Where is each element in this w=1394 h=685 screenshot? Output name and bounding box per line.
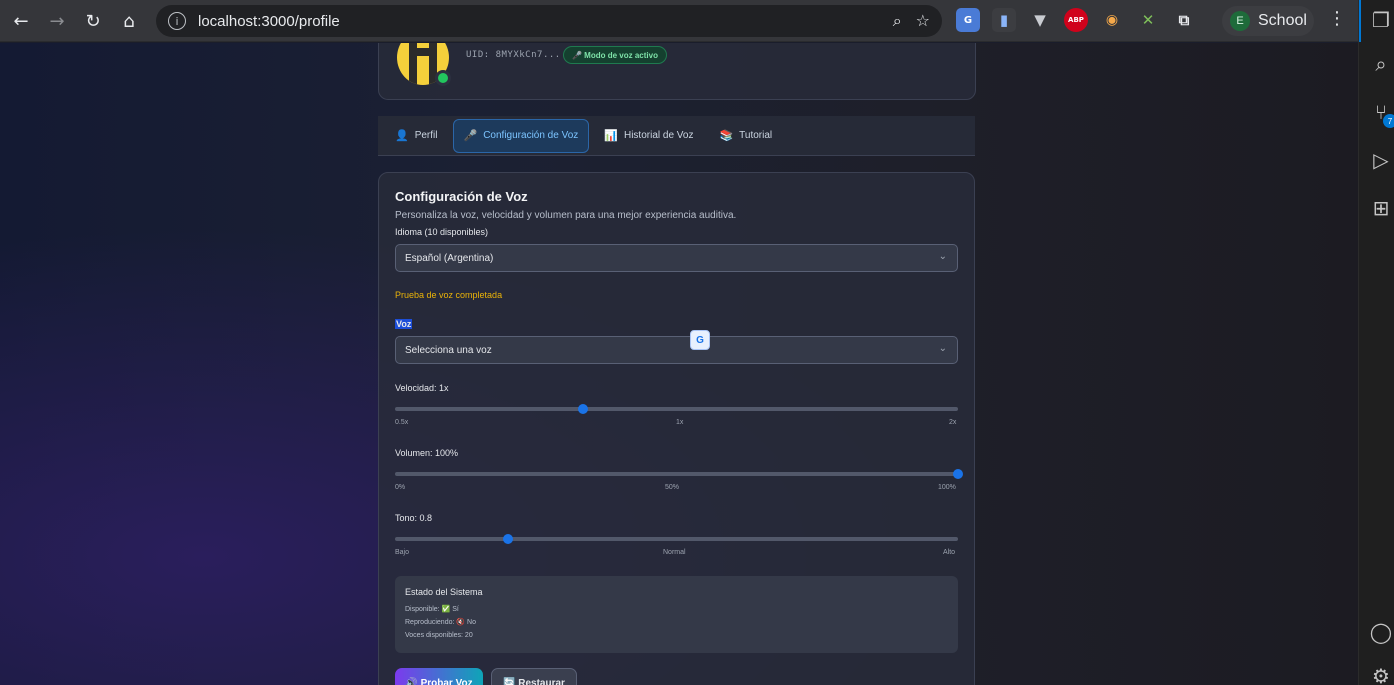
speed-label: Velocidad: 1x bbox=[395, 383, 449, 393]
browser-toolbar: ← → ↻ ⌂ i localhost:3000/profile ⌕ ☆ G ▮… bbox=[0, 0, 1358, 42]
status-available: Disponible: ✅ Sí bbox=[405, 606, 459, 613]
bookmark-star-icon[interactable]: ☆ bbox=[916, 11, 930, 31]
xpath-extension-icon[interactable]: ✕ bbox=[1136, 8, 1160, 32]
voice-config-card: Configuración de Voz Personaliza la voz,… bbox=[378, 172, 975, 685]
tab-perfil[interactable]: 👤 Perfil bbox=[384, 119, 449, 153]
home-icon[interactable]: ⌂ bbox=[111, 3, 147, 39]
speed-tick-mid: 1x bbox=[676, 419, 684, 426]
voice-mode-badge: 🎤 Modo de voz activo bbox=[563, 46, 667, 64]
tab-label: Historial de Voz bbox=[623, 130, 694, 141]
speed-slider-thumb[interactable] bbox=[577, 404, 588, 414]
voice-label: Voz bbox=[395, 319, 413, 329]
speed-slider[interactable] bbox=[395, 404, 958, 414]
volume-slider-thumb[interactable] bbox=[953, 469, 963, 479]
language-label: Idioma (10 disponibles) bbox=[395, 227, 489, 237]
pitch-label: Tono: 0.8 bbox=[395, 513, 433, 523]
extensions-puzzle-icon[interactable]: ⧉ bbox=[1172, 8, 1196, 32]
test-voice-button[interactable]: 🔊 Probar Voz bbox=[395, 668, 483, 685]
voice-test-status: Prueba de voz completada bbox=[395, 290, 503, 300]
tab-label: Perfil bbox=[414, 130, 438, 141]
microphone-icon: 🎤 bbox=[463, 129, 478, 142]
tab-label: Tutorial bbox=[739, 130, 773, 141]
volume-tick-mid: 50% bbox=[665, 484, 680, 491]
volume-tick-max: 100% bbox=[938, 484, 956, 491]
bookmark-extension-icon[interactable]: ▮ bbox=[992, 8, 1016, 32]
translate-popup-icon[interactable]: G bbox=[690, 330, 710, 350]
reload-icon[interactable]: ↻ bbox=[75, 3, 111, 39]
search-icon[interactable]: ⌕ bbox=[1369, 52, 1393, 76]
forward-icon[interactable]: → bbox=[39, 3, 75, 39]
username: ervingggg bbox=[466, 43, 548, 44]
tab-configuracion-voz[interactable]: 🎤 Configuración de Voz bbox=[452, 118, 590, 153]
profile-card: ervingggg UID: 8MYXkCn7... 🎤 Modo de voz… bbox=[378, 43, 976, 100]
speed-tick-min: 0.5x bbox=[395, 419, 409, 426]
page-content: ervingggg UID: 8MYXkCn7... 🎤 Modo de voz… bbox=[0, 43, 1358, 685]
address-bar[interactable]: i localhost:3000/profile ⌕ ☆ bbox=[156, 5, 942, 37]
extensions-icon[interactable]: ⊞ bbox=[1369, 196, 1393, 220]
books-icon: 📚 bbox=[719, 129, 734, 142]
volume-label: Volumen: 100% bbox=[395, 448, 459, 458]
vue-devtools-icon[interactable]: ▼ bbox=[1028, 8, 1052, 32]
section-subtitle: Personaliza la voz, velocidad y volumen … bbox=[395, 210, 737, 221]
explorer-icon[interactable]: ❐ bbox=[1369, 8, 1393, 32]
voice-select[interactable]: Selecciona una voz ⌄ bbox=[395, 336, 958, 364]
pitch-tick-max: Alto bbox=[943, 549, 956, 556]
system-status-title: Estado del Sistema bbox=[405, 587, 483, 597]
run-debug-icon[interactable]: ▷ bbox=[1369, 148, 1393, 172]
url-text: localhost:3000/profile bbox=[198, 12, 340, 30]
online-status-dot bbox=[435, 70, 451, 86]
language-select[interactable]: Español (Argentina) ⌄ bbox=[395, 244, 958, 272]
restore-button[interactable]: 🔄 Restaurar bbox=[491, 668, 577, 685]
language-value: Español (Argentina) bbox=[405, 252, 494, 264]
chevron-down-icon: ⌄ bbox=[938, 343, 947, 354]
pitch-slider-thumb[interactable] bbox=[502, 534, 513, 544]
system-status-box: Estado del Sistema Disponible: ✅ Sí Repr… bbox=[395, 576, 958, 653]
tab-historial-voz[interactable]: 📊 Historial de Voz bbox=[593, 119, 704, 153]
profile-name: School bbox=[1258, 12, 1307, 29]
active-indicator bbox=[1359, 0, 1361, 42]
volume-tick-min: 0% bbox=[395, 484, 406, 491]
speed-tick-max: 2x bbox=[949, 419, 957, 426]
more-menu-icon[interactable]: ⋮ bbox=[1328, 8, 1346, 29]
status-voices-count: Voces disponibles: 20 bbox=[405, 632, 473, 639]
user-uid: UID: 8MYXkCn7... bbox=[466, 50, 561, 60]
volume-slider[interactable] bbox=[395, 469, 963, 479]
section-title: Configuración de Voz bbox=[395, 189, 528, 204]
voice-placeholder: Selecciona una voz bbox=[405, 344, 492, 356]
site-info-icon[interactable]: i bbox=[168, 12, 186, 30]
user-icon: 👤 bbox=[395, 129, 409, 142]
chart-icon: 📊 bbox=[604, 129, 618, 142]
tab-tutorial[interactable]: 📚 Tutorial bbox=[708, 119, 783, 153]
adblock-plus-icon[interactable]: ABP bbox=[1064, 8, 1088, 32]
chevron-down-icon: ⌄ bbox=[938, 251, 947, 262]
profile-tabs: 👤 Perfil 🎤 Configuración de Voz 📊 Histor… bbox=[378, 116, 975, 156]
tab-label: Configuración de Voz bbox=[483, 130, 579, 141]
activity-bar: ❐ ⌕ ⑂ 7 ▷ ⊞ ◯ ⚙ bbox=[1358, 0, 1394, 685]
google-translate-extension-icon[interactable]: G bbox=[956, 8, 980, 32]
profile-chip[interactable]: E School bbox=[1222, 6, 1314, 36]
settings-gear-icon[interactable]: ⚙ bbox=[1369, 664, 1393, 685]
spy-extension-icon[interactable]: ◉ bbox=[1100, 8, 1124, 32]
pitch-tick-mid: Normal bbox=[663, 549, 686, 556]
pitch-tick-min: Bajo bbox=[395, 549, 410, 556]
pitch-slider[interactable] bbox=[395, 534, 958, 544]
profile-avatar: E bbox=[1230, 11, 1250, 31]
zoom-icon[interactable]: ⌕ bbox=[893, 11, 902, 31]
back-icon[interactable]: ← bbox=[3, 3, 39, 39]
account-icon[interactable]: ◯ bbox=[1369, 620, 1393, 644]
status-playing: Reproduciendo: 🔇 No bbox=[405, 619, 476, 626]
source-control-badge: 7 bbox=[1383, 114, 1394, 128]
